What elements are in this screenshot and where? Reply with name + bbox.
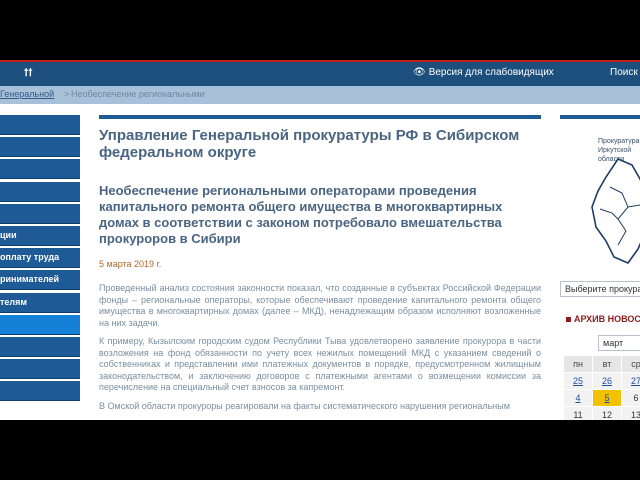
news-title: Необеспечение региональными операторами … xyxy=(99,183,503,246)
news-archive-label: АРХИВ НОВОСТ xyxy=(574,314,640,324)
nav-item[interactable] xyxy=(0,159,80,180)
region-map[interactable]: Прокуратура Иркутской области xyxy=(560,119,640,269)
nav-item-wages[interactable]: оплату труда xyxy=(0,248,80,269)
nav-item[interactable] xyxy=(0,181,80,202)
nav-item[interactable] xyxy=(0,336,80,357)
calendar-day[interactable]: 4 xyxy=(564,390,592,406)
calendar-day: 6 xyxy=(622,390,640,406)
nav-item-active[interactable] xyxy=(0,314,80,335)
news-paragraph: Проведенный анализ состояния законности … xyxy=(99,283,541,328)
news-archive-title: АРХИВ НОВОСТ xyxy=(566,314,640,324)
calendar-day[interactable]: 27 xyxy=(622,373,640,389)
calendar-day[interactable]: 25 xyxy=(564,373,592,389)
calendar-weekday: вт xyxy=(593,356,621,372)
breadcrumb-separator: > xyxy=(64,89,70,99)
calendar-day: 12 xyxy=(593,407,621,420)
nav-item[interactable] xyxy=(0,115,80,135)
breadcrumb: Генеральной > Необеспечение региональным… xyxy=(0,86,640,104)
low-vision-version-label: Версия для слабовидящих xyxy=(428,67,554,78)
page: ꝉꝉ 👁 Версия для слабовидящих Поиск п Ген… xyxy=(0,60,640,420)
top-bar: ꝉꝉ 👁 Версия для слабовидящих Поиск п xyxy=(0,60,640,86)
prosecutor-select[interactable]: Выберите прокура xyxy=(560,281,640,297)
nav-item[interactable]: телям xyxy=(0,292,80,313)
left-nav: ции оплату труда ринимателей телям xyxy=(0,115,80,403)
nav-item[interactable] xyxy=(0,137,80,158)
calendar-day[interactable]: 26 xyxy=(593,373,621,389)
nav-item[interactable] xyxy=(0,359,80,380)
calendar-day: 11 xyxy=(564,407,592,420)
nav-item[interactable] xyxy=(0,203,80,224)
accessibility-icon[interactable]: ꝉꝉ xyxy=(24,68,33,79)
news-paragraph: В Омской области прокуроры реагировали н… xyxy=(99,400,510,411)
bullet-icon xyxy=(566,317,571,323)
search-link[interactable]: Поиск п xyxy=(610,67,640,78)
nav-item[interactable]: ции xyxy=(0,225,80,246)
region-map-icon xyxy=(591,158,640,264)
calendar: пн вт ср 25 26 27 4 5 6 11 12 13 xyxy=(564,356,640,420)
right-sidebar: Прокуратура Иркутской области Выберите п… xyxy=(560,115,640,420)
nav-item-entrepreneurs[interactable]: ринимателей xyxy=(0,270,80,291)
main-content: Управление Генеральной прокуратуры РФ в … xyxy=(99,115,541,412)
low-vision-version-link[interactable]: 👁 Версия для слабовидящих xyxy=(413,67,554,78)
nav-item[interactable] xyxy=(0,381,80,402)
breadcrumb-item-current: Необеспечение региональными xyxy=(71,89,205,99)
page-title: Управление Генеральной прокуратуры РФ в … xyxy=(99,127,520,161)
news-paragraph: К примеру, Кызылским городским судом Рес… xyxy=(99,336,541,392)
content-divider xyxy=(99,115,541,119)
calendar-weekday: ср xyxy=(622,356,640,372)
calendar-day-selected[interactable]: 5 xyxy=(593,390,621,406)
breadcrumb-item-general[interactable]: Генеральной xyxy=(0,89,54,99)
calendar-day: 13 xyxy=(622,407,640,420)
calendar-weekday: пн xyxy=(564,356,592,372)
eye-icon: 👁 xyxy=(413,67,426,78)
month-select[interactable]: март xyxy=(598,335,640,351)
news-date: 5 марта 2019 г. xyxy=(99,259,162,269)
